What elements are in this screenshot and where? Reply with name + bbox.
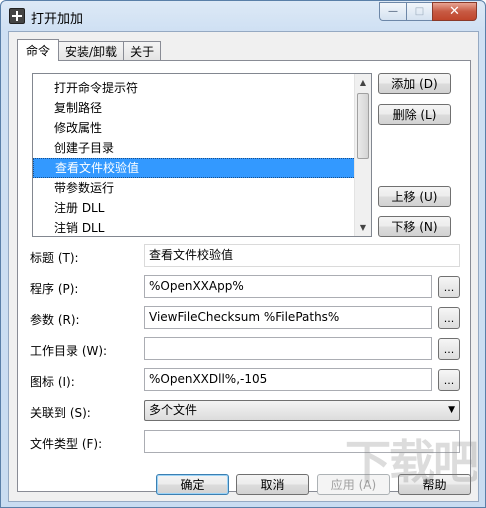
scroll-down-arrow-icon[interactable]: ▼ bbox=[355, 219, 371, 236]
list-item[interactable]: 创建子目录 bbox=[33, 138, 356, 158]
tab-about[interactable]: 关于 bbox=[123, 41, 162, 61]
assoc-label: 关联到 (S): bbox=[30, 406, 91, 420]
chevron-down-icon: ▼ bbox=[448, 405, 455, 415]
assoc-dropdown[interactable]: 多个文件 ▼ bbox=[144, 400, 460, 421]
ok-button[interactable]: 确定 bbox=[156, 474, 229, 495]
apply-button: 应用 (A) bbox=[317, 474, 390, 495]
close-button[interactable]: ✕ bbox=[432, 2, 477, 21]
list-item[interactable]: 带参数运行 bbox=[33, 178, 356, 198]
add-button[interactable]: 添加 (D) bbox=[378, 73, 451, 94]
icon-label: 图标 (I): bbox=[30, 375, 75, 389]
cancel-button[interactable]: 取消 bbox=[236, 474, 309, 495]
scroll-up-arrow-icon[interactable]: ▲ bbox=[355, 74, 371, 91]
params-label: 参数 (R): bbox=[30, 313, 80, 327]
tab-commands[interactable]: 命令 bbox=[17, 39, 60, 61]
program-label: 程序 (P): bbox=[30, 282, 79, 296]
assoc-selected-value: 多个文件 bbox=[149, 403, 198, 417]
list-item-selected[interactable]: 查看文件校验值 bbox=[33, 158, 356, 178]
title-field[interactable]: 查看文件校验值 bbox=[144, 244, 460, 267]
dialog-client: 命令 安装/卸载 关于 打开命令提示符 复制路径 修改属性 创建子目录 查看文件… bbox=[8, 31, 479, 502]
command-listbox[interactable]: 打开命令提示符 复制路径 修改属性 创建子目录 查看文件校验值 带参数运行 注册… bbox=[32, 73, 372, 237]
list-item[interactable]: 注销 DLL bbox=[33, 218, 356, 236]
filetype-field[interactable] bbox=[144, 430, 460, 453]
title-bar[interactable]: 打开加加 — □ ✕ bbox=[1, 1, 485, 31]
title-label: 标题 (T): bbox=[30, 251, 79, 265]
scroll-thumb[interactable] bbox=[357, 93, 369, 159]
filetype-label: 文件类型 (F): bbox=[30, 437, 103, 451]
list-item[interactable]: 修改属性 bbox=[33, 118, 356, 138]
move-up-button[interactable]: 上移 (U) bbox=[378, 186, 451, 207]
list-item[interactable]: 注册 DLL bbox=[33, 198, 356, 218]
window-title: 打开加加 bbox=[31, 12, 84, 27]
help-button[interactable]: 帮助 bbox=[398, 474, 471, 495]
params-field[interactable]: ViewFileChecksum %FilePaths% bbox=[144, 306, 432, 329]
dialog-window: 打开加加 — □ ✕ 命令 安装/卸载 关于 打开命令提示符 复制路径 修改属性… bbox=[0, 0, 486, 508]
delete-button[interactable]: 删除 (L) bbox=[378, 104, 451, 125]
workdir-field[interactable] bbox=[144, 337, 432, 360]
move-down-button[interactable]: 下移 (N) bbox=[378, 216, 451, 237]
workdir-label: 工作目录 (W): bbox=[30, 344, 108, 358]
app-icon bbox=[9, 8, 25, 24]
list-scrollbar[interactable]: ▲ ▼ bbox=[354, 74, 371, 236]
program-browse-button[interactable]: ... bbox=[438, 276, 460, 298]
icon-browse-button[interactable]: ... bbox=[438, 369, 460, 391]
list-item[interactable]: 打开命令提示符 bbox=[33, 78, 356, 98]
commands-panel: 打开命令提示符 复制路径 修改属性 创建子目录 查看文件校验值 带参数运行 注册… bbox=[17, 60, 471, 492]
icon-field[interactable]: %OpenXXDll%,-105 bbox=[144, 368, 432, 391]
caption-buttons: — □ ✕ bbox=[379, 2, 477, 21]
program-field[interactable]: %OpenXXApp% bbox=[144, 275, 432, 298]
params-browse-button[interactable]: ... bbox=[438, 307, 460, 329]
list-item[interactable]: 复制路径 bbox=[33, 98, 356, 118]
minimize-button[interactable]: — bbox=[379, 2, 406, 21]
workdir-browse-button[interactable]: ... bbox=[438, 338, 460, 360]
tab-install-uninstall[interactable]: 安装/卸载 bbox=[58, 41, 125, 61]
tab-strip: 命令 安装/卸载 关于 bbox=[17, 39, 162, 61]
maximize-button: □ bbox=[406, 2, 432, 21]
